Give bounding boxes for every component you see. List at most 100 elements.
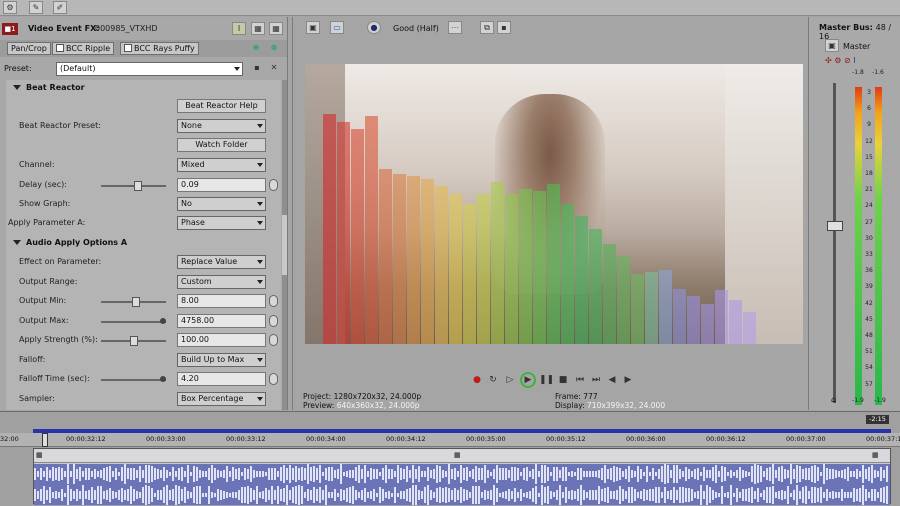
pencil-icon[interactable]: ✐ [53, 1, 67, 14]
waveform-sample [280, 466, 282, 482]
clip-fx-icon[interactable]: ▦ [36, 451, 43, 459]
grid-small-icon[interactable]: ▦ [251, 22, 265, 35]
channel-dropdown[interactable]: Mixed [177, 158, 266, 172]
add-fx-icon[interactable]: ⊕ [249, 42, 263, 55]
master-fx-icons[interactable]: ✣ ⚙ ⊘ I [825, 56, 856, 65]
chain-item-bcc-rays-puffy[interactable]: BCC Rays Puffy [120, 42, 199, 55]
output-range-dropdown[interactable]: Custom [177, 275, 266, 289]
overlay-icon[interactable]: ⋯ [448, 21, 462, 34]
save-snapshot-icon[interactable]: ▪ [497, 21, 511, 34]
stop-icon[interactable]: ■ [557, 374, 569, 386]
waveform-sample [190, 491, 192, 499]
waveform-sample [463, 467, 465, 481]
slider-handle[interactable] [160, 376, 166, 382]
slider-handle[interactable] [130, 336, 138, 346]
apply-strength-input[interactable]: 100.00 [177, 333, 266, 347]
chain-item-pan-crop[interactable]: Pan/Crop [7, 42, 51, 55]
waveform-sample [562, 467, 564, 481]
slider-handle[interactable] [134, 181, 142, 191]
chain-checkbox[interactable] [56, 44, 64, 52]
slider-handle[interactable] [132, 297, 140, 307]
pause-icon[interactable]: ❚❚ [539, 374, 554, 386]
falloff-time-input[interactable]: 4.20 [177, 372, 266, 386]
waveform-sample [268, 489, 270, 500]
chain-item-bcc-ripple[interactable]: BCC Ripple [52, 42, 115, 55]
waveform-sample [208, 486, 210, 504]
grid-large-icon[interactable]: ▦ [269, 22, 283, 35]
waveform-sample [307, 488, 309, 502]
clip-header[interactable]: ▦ ▦ ▦ [34, 449, 890, 463]
playhead-marker[interactable] [42, 433, 48, 447]
bypass-icon[interactable]: I [232, 22, 246, 35]
external-monitor-icon[interactable]: ▭ [330, 21, 344, 34]
falloff-time-slider[interactable] [101, 376, 166, 382]
clip-fx-icon[interactable]: ▦ [454, 451, 461, 459]
waveform-sample [133, 489, 135, 501]
loop-icon[interactable]: ↻ [487, 374, 499, 386]
go-to-end-icon[interactable]: ⏭ [590, 374, 602, 386]
play-icon[interactable]: ▶ [520, 372, 536, 388]
delete-preset-icon[interactable]: ✕ [267, 62, 281, 75]
apply-strength-slider[interactable] [101, 336, 166, 346]
output-max-input[interactable]: 4758.00 [177, 314, 266, 328]
slider-handle[interactable] [160, 318, 166, 324]
preview-properties-icon[interactable]: ▣ [306, 21, 320, 34]
event-fx-icon[interactable]: ✎ [29, 1, 43, 14]
next-frame-icon[interactable]: ▶ [622, 374, 634, 386]
play-from-start-icon[interactable]: ▷ [504, 374, 516, 386]
scrollbar-thumb[interactable] [282, 215, 287, 275]
show-graph-dropdown[interactable]: No [177, 197, 266, 211]
clip-fx-icon[interactable]: ▦ [872, 451, 879, 459]
output-min-input[interactable]: 8.00 [177, 294, 266, 308]
sampler-dropdown[interactable]: Box Percentage [177, 392, 266, 406]
waveform-sample [541, 465, 543, 483]
waveform-sample [88, 467, 90, 481]
ruler-start: 32:00 [0, 435, 19, 443]
waveform-sample [685, 488, 687, 502]
go-to-start-icon[interactable]: ⏮ [574, 374, 586, 386]
watch-folder-button[interactable]: Watch Folder [177, 138, 266, 152]
waveform-sample [388, 491, 390, 499]
lock-icon[interactable]: ⌂ [831, 395, 836, 404]
fx-scrollbar[interactable] [282, 80, 287, 410]
output-max-slider[interactable] [101, 318, 166, 324]
settings-icon[interactable]: ⚙ [3, 1, 17, 14]
previous-frame-icon[interactable]: ◀ [606, 374, 618, 386]
effect-on-parameter-dropdown[interactable]: Replace Value [177, 255, 266, 269]
audio-track[interactable]: ▦ ▦ ▦ [33, 448, 891, 505]
waveform-sample [316, 467, 318, 480]
save-preset-icon[interactable]: ▪ [250, 62, 264, 75]
delay-slider[interactable] [101, 181, 166, 191]
preview-quality[interactable]: Good (Half) [393, 24, 439, 33]
output-min-slider[interactable] [101, 297, 166, 307]
beat-reactor-preset-dropdown[interactable]: None [177, 119, 266, 133]
waveform-sample [403, 491, 405, 499]
keyframe-icon[interactable] [269, 373, 278, 385]
fader-track[interactable] [833, 83, 836, 403]
waveform-sample [463, 488, 465, 502]
split-screen-icon[interactable]: ● [367, 21, 381, 34]
master-properties-icon[interactable]: ▣ [825, 39, 839, 52]
beat-reactor-help-button[interactable]: Beat Reactor Help [177, 99, 266, 113]
keyframe-icon[interactable] [269, 179, 278, 191]
falloff-dropdown[interactable]: Build Up to Max [177, 353, 266, 367]
record-icon[interactable]: ● [471, 374, 483, 386]
waveform-sample [148, 486, 150, 504]
apply-parameter-dropdown[interactable]: Phase [177, 216, 266, 230]
keyframe-icon[interactable] [269, 295, 278, 307]
keyframe-icon[interactable] [269, 334, 278, 346]
duration-badge: -2:15 [866, 415, 889, 424]
waveform-sample [136, 469, 138, 479]
section-audio-apply[interactable]: Audio Apply Options A [6, 235, 281, 251]
copy-snapshot-icon[interactable]: ⧉ [480, 21, 494, 34]
section-beat-reactor[interactable]: Beat Reactor [6, 80, 281, 96]
chain-checkbox[interactable] [124, 44, 132, 52]
delay-input[interactable]: 0.09 [177, 178, 266, 192]
remove-fx-icon[interactable]: ⊗ [267, 42, 281, 55]
fader-handle[interactable] [827, 221, 843, 231]
time-ruler[interactable]: 32:00 00:00:32:12 00:00:33:00 00:00:33:12 0… [0, 433, 900, 447]
waveform-sample [700, 485, 702, 505]
waveform-sample [508, 470, 510, 478]
keyframe-icon[interactable] [269, 315, 278, 327]
preset-dropdown[interactable]: (Default) [56, 62, 243, 76]
